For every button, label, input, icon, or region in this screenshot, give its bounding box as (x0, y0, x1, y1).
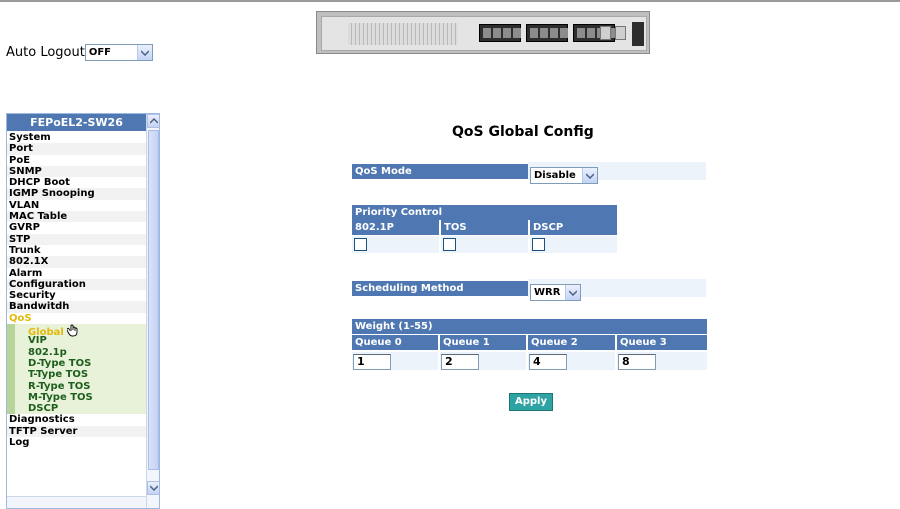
auto-logout-select[interactable]: OFF (84, 44, 153, 61)
horizontal-scrollbar[interactable] (7, 496, 146, 508)
sidebar-item-trunk[interactable]: Trunk (7, 244, 146, 257)
queue-3-weight-input[interactable]: 8 (618, 354, 656, 370)
chevron-down-icon[interactable] (582, 168, 597, 183)
priority-tos-checkbox[interactable] (443, 238, 456, 251)
sidebar-item-security[interactable]: Security (7, 290, 146, 302)
sidebar-subitem-global[interactable]: Global (7, 324, 146, 338)
sidebar-item-snmp[interactable]: SNMP (7, 165, 146, 178)
sfp-port-icon (615, 26, 626, 40)
sidebar-item-system[interactable]: System (7, 132, 146, 144)
sidebar-item-stp[interactable]: STP (7, 233, 146, 245)
sidebar-item-mac-table[interactable]: MAC Table (7, 211, 146, 223)
page-title: QoS Global Config (452, 124, 594, 140)
device-label-area (348, 23, 458, 45)
apply-button[interactable]: Apply (509, 393, 553, 411)
priority-control-header: Priority Control (352, 205, 617, 220)
chevron-down-icon[interactable] (565, 285, 580, 300)
qos-mode-dropdown[interactable]: Disable (530, 167, 598, 184)
sidebar-item-log[interactable]: Log (7, 437, 146, 449)
port-group-icon (479, 24, 521, 42)
sidebar-item-diagnostics[interactable]: Diagnostics (7, 414, 146, 426)
sidebar-subitem-r-type-tos[interactable]: R-Type TOS (7, 380, 146, 392)
sidebar-item-bandwidth[interactable]: Bandwitdh (7, 301, 146, 313)
sidebar-subitem-d-type-tos[interactable]: D-Type TOS (7, 357, 146, 370)
sidebar-title: FEPoEL2-SW26 (7, 114, 146, 131)
auto-logout-label: Auto Logout (6, 45, 85, 60)
chevron-down-icon[interactable] (136, 45, 152, 60)
scheduling-method-dropdown[interactable]: WRR (530, 284, 581, 301)
sidebar-item-poe[interactable]: PoE (7, 154, 146, 166)
queue-0-header: Queue 0 (352, 335, 438, 350)
qos-mode-select[interactable]: Disable (530, 163, 598, 184)
qos-mode-label: QoS Mode (352, 164, 528, 179)
port-group-icon (526, 24, 568, 42)
sidebar-subitem-8021p[interactable]: 802.1p (7, 346, 146, 358)
auto-logout-value: OFF (88, 47, 111, 58)
device-front-panel (321, 16, 647, 51)
sidebar-subitem-dscp[interactable]: DSCP (7, 403, 146, 415)
scroll-down-icon[interactable] (147, 481, 159, 495)
priority-col-tos: TOS (441, 220, 528, 235)
queue-2-header: Queue 2 (528, 335, 615, 350)
sidebar-item-8021x[interactable]: 802.1X (7, 256, 146, 268)
sidebar-item-configuration[interactable]: Configuration (7, 278, 146, 291)
sidebar: FEPoEL2-SW26 System Port PoE SNMP DHCP B… (6, 113, 160, 509)
switch-device-image (316, 11, 650, 54)
scroll-up-icon[interactable] (147, 114, 159, 128)
top-divider (0, 0, 900, 2)
scheduling-method-label: Scheduling Method (352, 281, 528, 296)
vertical-scrollbar[interactable] (146, 114, 159, 508)
priority-dscp-checkbox[interactable] (532, 238, 545, 251)
sidebar-item-alarm[interactable]: Alarm (7, 267, 146, 279)
sidebar-item-tftp-server[interactable]: TFTP Server (7, 425, 146, 438)
queue-2-weight-input[interactable]: 4 (529, 354, 567, 370)
sidebar-item-port[interactable]: Port (7, 143, 146, 155)
console-port-icon (632, 22, 644, 46)
queue-0-weight-input[interactable]: 1 (353, 354, 391, 370)
auto-logout-control: Auto Logout OFF (6, 44, 153, 61)
sidebar-subitem-t-type-tos[interactable]: T-Type TOS (7, 369, 146, 381)
priority-8021p-checkbox[interactable] (354, 238, 367, 251)
sidebar-menu: System Port PoE SNMP DHCP Boot IGMP Snoo… (7, 132, 146, 449)
sidebar-item-qos[interactable]: QoS (7, 312, 146, 325)
sidebar-item-gvrp[interactable]: GVRP (7, 222, 146, 234)
priority-col-dscp: DSCP (530, 220, 617, 235)
queue-3-header: Queue 3 (617, 335, 707, 350)
sfp-port-icon (600, 26, 611, 40)
sidebar-item-igmp-snooping[interactable]: IGMP Snooping (7, 188, 146, 200)
sidebar-subitem-m-type-tos[interactable]: M-Type TOS (7, 391, 146, 404)
qos-mode-value: Disable (534, 170, 576, 181)
sidebar-item-vlan[interactable]: VLAN (7, 199, 146, 212)
sidebar-item-dhcp-boot[interactable]: DHCP Boot (7, 177, 146, 189)
scheduling-method-select[interactable]: WRR (530, 280, 581, 301)
hand-cursor-icon (66, 324, 79, 340)
priority-col-8021p: 802.1P (352, 220, 439, 235)
queue-1-weight-input[interactable]: 2 (441, 354, 479, 370)
scheduling-method-value: WRR (534, 287, 561, 298)
scrollbar-thumb[interactable] (148, 130, 159, 470)
weight-header: Weight (1-55) (352, 319, 707, 334)
queue-1-header: Queue 1 (440, 335, 526, 350)
